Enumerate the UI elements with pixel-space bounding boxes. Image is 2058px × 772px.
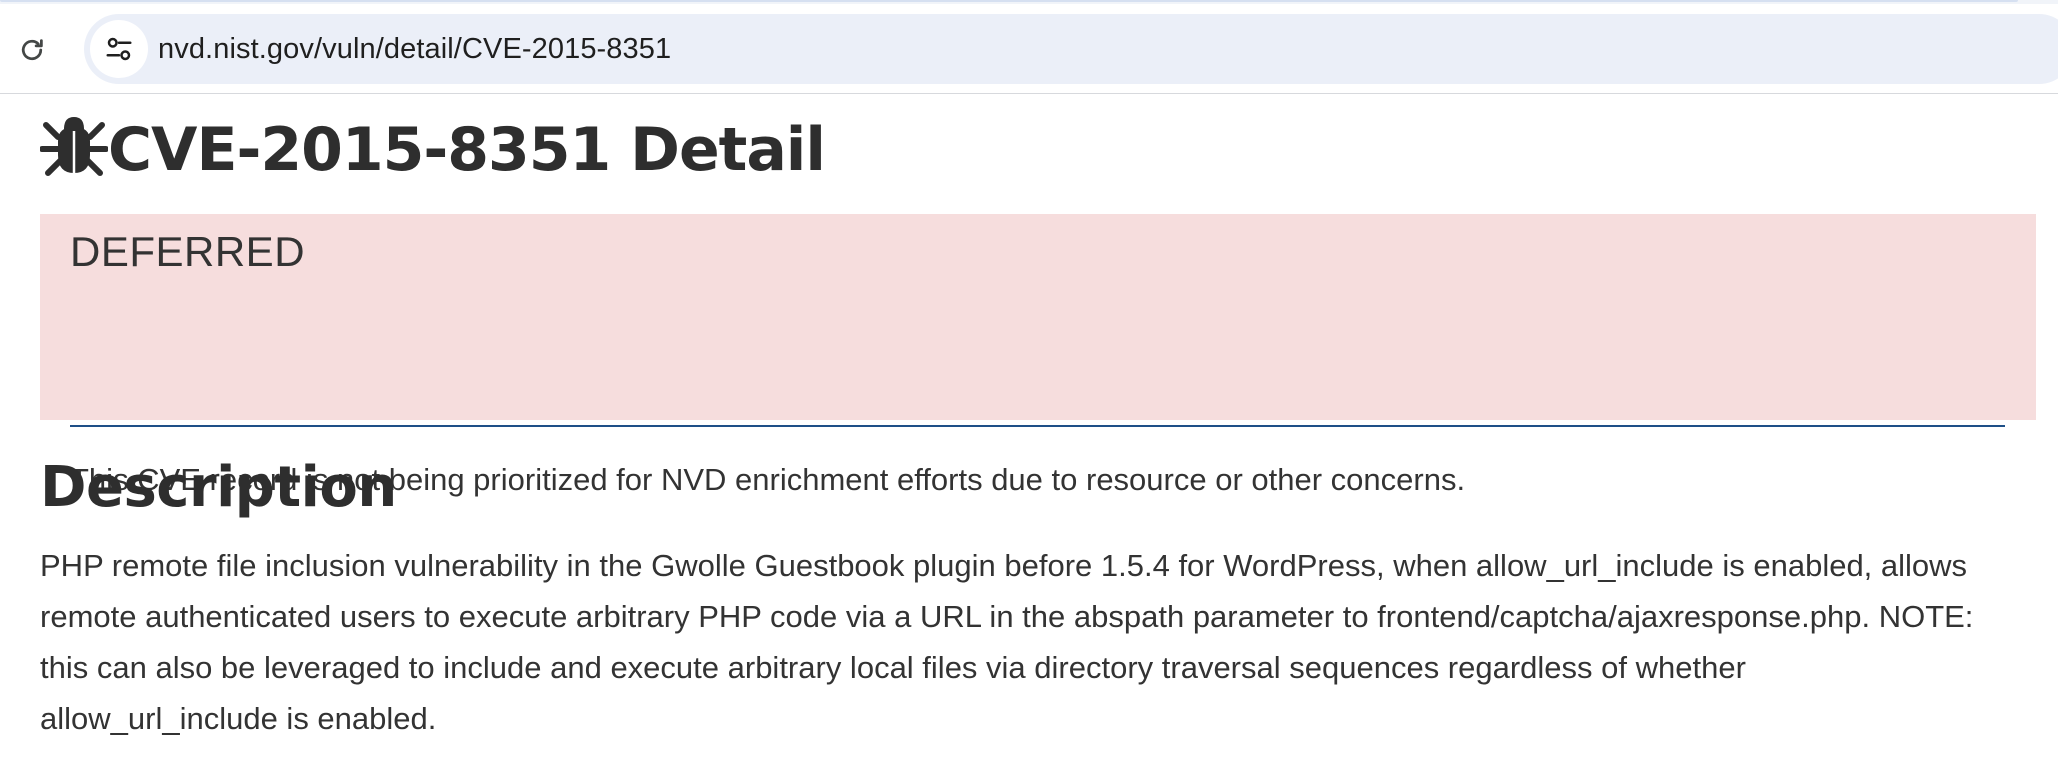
title-row: CVE-2015-8351 Detail (40, 115, 826, 185)
status-label: DEFERRED (70, 228, 306, 275)
description-line: PHP remote file inclusion vulnerability … (40, 548, 1968, 583)
description-line: remote authenticated users to execute ar… (40, 599, 1974, 634)
site-info-button[interactable] (90, 20, 148, 78)
bug-icon (40, 117, 108, 176)
description-line: allow_url_include is enabled. (40, 701, 437, 736)
status-divider (70, 425, 2005, 427)
tune-icon (106, 37, 132, 61)
description-line: this can also be leveraged to include an… (40, 650, 1746, 685)
description-text: PHP remote file inclusion vulnerability … (40, 540, 2036, 744)
reload-icon (21, 39, 43, 61)
deferred-status-banner: DEFERRED This CVE record is not being pr… (40, 214, 2036, 497)
address-bar[interactable]: nvd.nist.gov/vuln/detail/CVE-2015-8351 (84, 14, 2058, 84)
url-text[interactable]: nvd.nist.gov/vuln/detail/CVE-2015-8351 (158, 33, 671, 66)
description-heading: Description (40, 455, 397, 520)
page-title: CVE-2015-8351 Detail (108, 115, 826, 185)
browser-toolbar: nvd.nist.gov/vuln/detail/CVE-2015-8351 (0, 4, 2058, 94)
reload-button[interactable] (14, 32, 50, 68)
